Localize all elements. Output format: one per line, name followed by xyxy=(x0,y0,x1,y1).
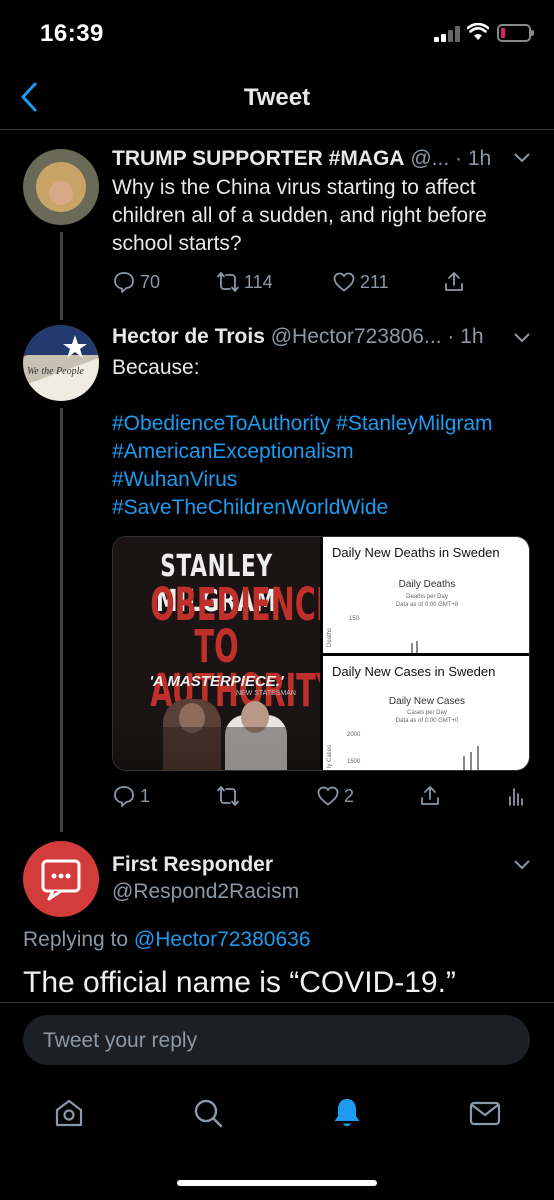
reply-button[interactable]: 70 xyxy=(112,267,160,297)
retweet-icon xyxy=(217,272,239,292)
share-button[interactable] xyxy=(418,781,442,811)
chart-bar xyxy=(477,746,479,770)
share-button[interactable] xyxy=(442,267,466,297)
home-indicator[interactable] xyxy=(177,1180,377,1186)
status-bar: 16:39 xyxy=(0,0,554,66)
share-icon xyxy=(421,786,439,805)
chart-title: Daily Deaths xyxy=(398,579,456,590)
book-cover-image[interactable]: STANLEY MILGRAM OBEDIENCE TO AUTHORITY '… xyxy=(113,537,320,770)
analytics-icon xyxy=(509,788,523,806)
home-icon[interactable] xyxy=(52,1096,86,1130)
clock: 16:39 xyxy=(40,20,104,47)
chart-subtitle: Deaths per Day Data as of 0:00 GMT+8 xyxy=(323,593,529,609)
retweet-count: 114 xyxy=(244,271,273,292)
avatar[interactable] xyxy=(23,841,99,917)
tweet-actions: 1 2 xyxy=(112,781,532,811)
flag-star-icon: We the People xyxy=(23,325,99,377)
share-icon xyxy=(445,272,463,291)
tweet-actions: 70 114 211 xyxy=(112,267,532,297)
cellular-signal-icon xyxy=(434,26,462,42)
chart-bar xyxy=(463,756,465,770)
reply-count: 1 xyxy=(140,785,151,806)
hashtag-link[interactable]: #SaveTheChildrenWorldWide xyxy=(112,494,532,522)
reply-icon xyxy=(114,786,134,807)
chevron-down-icon[interactable] xyxy=(513,332,531,344)
heart-icon xyxy=(333,272,355,292)
tweet-time: · 1h xyxy=(447,325,484,348)
reply-icon xyxy=(114,272,134,293)
book-blurb-source: NEW STATESMAN xyxy=(235,690,296,697)
retweet-button[interactable] xyxy=(216,781,244,811)
author-name[interactable]: First Responder xyxy=(112,853,273,877)
tweet-text: The official name is “COVID-19.” xyxy=(23,966,456,999)
author-name[interactable]: Hector de Trois xyxy=(112,325,265,348)
reply-button[interactable]: 1 xyxy=(112,781,150,811)
author-name[interactable]: TRUMP SUPPORTER #MAGA xyxy=(112,147,404,170)
tweet-header: Hector de Trois @Hector723806... · 1h xyxy=(112,325,484,349)
y-tick-label: 2000 xyxy=(347,732,361,738)
y-tick-label: 1500 xyxy=(347,759,361,765)
chevron-down-icon[interactable] xyxy=(513,859,531,871)
avatar[interactable] xyxy=(23,149,99,225)
page-title: Tweet xyxy=(243,84,311,111)
chevron-down-icon[interactable] xyxy=(513,152,531,164)
hashtag-list: #ObedienceToAuthority #StanleyMilgram #A… xyxy=(112,410,532,522)
hashtag-link[interactable]: #ObedienceToAuthority #StanleyMilgram xyxy=(112,410,532,438)
like-button[interactable]: 2 xyxy=(316,781,354,811)
chart-bar xyxy=(411,643,413,653)
reply-input[interactable]: Tweet your reply xyxy=(23,1015,530,1065)
media-grid: STANLEY MILGRAM OBEDIENCE TO AUTHORITY '… xyxy=(112,536,530,771)
book-title-line-2: TO AUTHORITY xyxy=(150,620,320,717)
search-icon[interactable] xyxy=(191,1096,225,1130)
tweet-header: TRUMP SUPPORTER #MAGA @... · 1h xyxy=(112,147,491,171)
messages-icon[interactable] xyxy=(468,1096,502,1130)
battery-icon xyxy=(497,24,534,42)
hashtag-link[interactable]: #WuhanVirus xyxy=(112,466,532,494)
author-handle[interactable]: @... xyxy=(410,147,449,170)
replying-prefix: Replying to xyxy=(23,928,129,951)
retweet-icon xyxy=(217,786,239,806)
chart-subtitle-line: Data as of 0:00 GMT+0 xyxy=(395,718,459,724)
analytics-button[interactable] xyxy=(504,781,528,811)
panel-header: Daily New Deaths in Sweden xyxy=(332,545,500,560)
replying-to-link[interactable]: @Hector72380636 xyxy=(134,928,311,951)
chart-subtitle-line: Cases per Day xyxy=(407,710,447,716)
thread-line xyxy=(60,232,63,320)
chat-bubble-icon xyxy=(41,859,81,901)
author-handle[interactable]: @Hector723806... xyxy=(271,325,442,348)
deaths-chart-image[interactable]: Daily New Deaths in Sweden Daily Deaths … xyxy=(323,537,529,653)
like-button[interactable]: 211 xyxy=(332,267,389,297)
replying-to-line: Replying to @Hector72380636 xyxy=(23,928,311,952)
y-axis-label: ly Cases xyxy=(327,744,333,768)
book-blurb: 'A MASTERPIECE.' xyxy=(149,673,284,690)
heart-icon xyxy=(317,786,339,806)
notifications-icon[interactable] xyxy=(330,1096,364,1130)
reply-count: 70 xyxy=(140,271,161,292)
wifi-icon xyxy=(467,23,489,40)
panel-header: Daily New Cases in Sweden xyxy=(332,664,496,679)
chart-subtitle-line: Data as of 0:00 GMT+8 xyxy=(395,602,459,608)
tweet-text: Why is the China virus starting to affec… xyxy=(112,176,487,255)
tweet-text: Because: xyxy=(112,356,200,379)
chart-subtitle-line: Deaths per Day xyxy=(406,594,448,600)
top-navigation-bar: Tweet xyxy=(0,66,554,130)
avatar[interactable]: We the People xyxy=(23,325,99,401)
like-count: 211 xyxy=(360,271,389,292)
chart-bar xyxy=(470,752,472,770)
like-count: 2 xyxy=(344,785,355,806)
cover-shade xyxy=(113,727,320,770)
y-axis-label: Deaths xyxy=(327,627,333,647)
tweet-time: · 1h xyxy=(455,147,492,170)
chart-title: Daily New Cases xyxy=(388,696,466,707)
y-tick-label: 150 xyxy=(349,616,360,622)
hashtag-link[interactable]: #AmericanExceptionalism xyxy=(112,438,532,466)
chart-subtitle: Cases per Day Data as of 0:00 GMT+0 xyxy=(323,709,529,725)
chart-bar xyxy=(416,641,418,653)
svg-text:We the People: We the People xyxy=(27,366,84,377)
author-handle[interactable]: @Respond2Racism xyxy=(112,880,299,904)
cases-chart-image[interactable]: Daily New Cases in Sweden Daily New Case… xyxy=(323,656,529,770)
retweet-button[interactable]: 114 xyxy=(216,267,273,297)
thread-line xyxy=(60,408,63,832)
